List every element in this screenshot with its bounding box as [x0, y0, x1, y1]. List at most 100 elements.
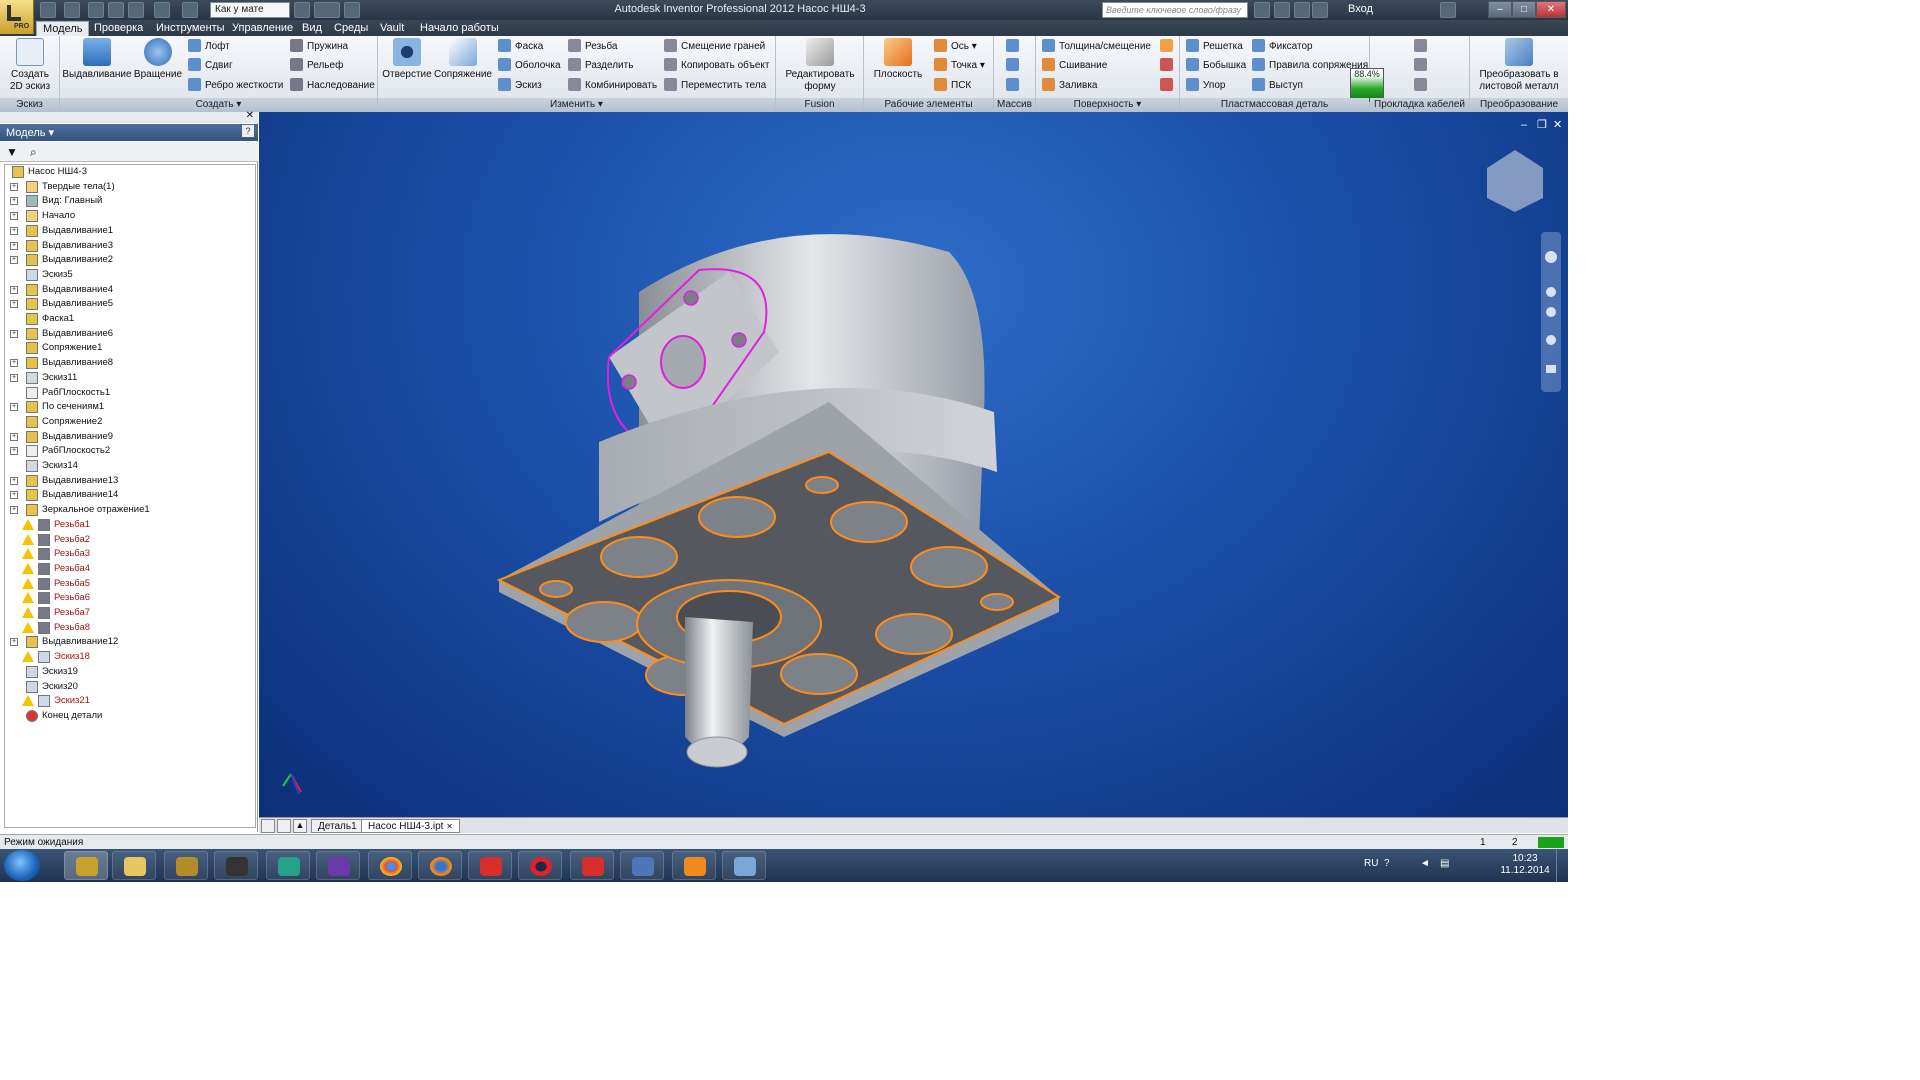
draft-button[interactable]: Эскиз — [498, 78, 542, 94]
expand-icon[interactable]: + — [10, 256, 18, 265]
expand-icon[interactable]: + — [10, 329, 18, 338]
taskbar-inventor[interactable] — [64, 851, 108, 880]
start-button[interactable] — [4, 850, 40, 881]
orbit-icon[interactable] — [1546, 335, 1556, 345]
flange-hole[interactable] — [731, 332, 747, 348]
tab-inspect[interactable]: Проверка — [88, 21, 149, 36]
fillet-button[interactable]: Сопряжение — [434, 38, 492, 81]
emboss-button[interactable]: Рельеф — [290, 58, 343, 74]
taskbar-app14[interactable] — [722, 851, 766, 880]
create-2d-sketch-button[interactable]: Создать 2D эскиз — [4, 38, 56, 93]
taskbar-app6[interactable] — [316, 851, 360, 880]
inlet-port[interactable] — [660, 335, 706, 389]
star-icon[interactable] — [1312, 2, 1328, 18]
taskbar-app4[interactable] — [214, 851, 258, 880]
expand-icon[interactable]: + — [10, 212, 18, 221]
taskbar-explorer[interactable] — [112, 851, 156, 880]
panel-label-surface[interactable]: Поверхность ▾ — [1036, 98, 1179, 112]
save-icon[interactable] — [88, 2, 104, 18]
tab-environments[interactable]: Среды — [328, 21, 374, 36]
expand-icon[interactable]: + — [10, 491, 18, 500]
update-icon[interactable] — [182, 2, 198, 18]
new-icon[interactable] — [40, 2, 56, 18]
tab-manage[interactable]: Управление — [226, 21, 299, 36]
expand-icon[interactable]: + — [10, 638, 18, 647]
browser-help-icon[interactable]: ? — [242, 125, 254, 137]
combine-button[interactable]: Комбинировать — [568, 78, 657, 94]
expand-icon[interactable]: + — [10, 373, 18, 382]
taskbar-app13[interactable] — [672, 851, 716, 880]
look-at-icon[interactable] — [1546, 365, 1556, 373]
coil-button[interactable]: Пружина — [290, 39, 348, 55]
doc-tab-part1[interactable]: Деталь1 — [311, 819, 364, 833]
cable-route-button[interactable] — [1414, 39, 1431, 55]
expand-icon[interactable]: + — [10, 506, 18, 515]
minimize-window-button[interactable]: – — [1488, 1, 1512, 18]
document-list-icon[interactable]: ▲ — [293, 819, 307, 833]
viewcube[interactable] — [1487, 150, 1543, 212]
move-bodies-button[interactable]: Переместить тела — [664, 78, 766, 94]
tools-icon[interactable] — [1274, 2, 1290, 18]
loft-button[interactable]: Лофт — [188, 39, 230, 55]
system-clock[interactable]: 10:23 11.12.2014 — [1498, 853, 1552, 877]
graphics-viewport[interactable]: – ❐ ✕ — [259, 112, 1568, 817]
doc-tab-pump[interactable]: Насос НШ4-3.ipt ✕ — [361, 819, 460, 833]
undo-icon[interactable] — [108, 2, 124, 18]
taskbar-app9[interactable] — [468, 851, 512, 880]
expand-icon[interactable]: + — [10, 359, 18, 368]
expand-icon[interactable]: + — [10, 447, 18, 456]
expand-icon[interactable]: + — [10, 182, 18, 191]
expand-icon[interactable]: + — [10, 241, 18, 250]
taskbar-app3[interactable] — [164, 851, 208, 880]
exchange-icon[interactable] — [1294, 2, 1310, 18]
revolve-button[interactable]: Вращение — [132, 38, 184, 81]
network-icon[interactable]: ▤ — [1440, 858, 1449, 869]
show-desktop-button[interactable] — [1556, 849, 1568, 882]
patch-button[interactable]: Заливка — [1042, 78, 1098, 94]
tab-tools[interactable]: Инструменты — [150, 21, 231, 36]
rest-button[interactable]: Упор — [1186, 78, 1225, 94]
close-window-button[interactable]: ✕ — [1536, 1, 1566, 18]
help-search-input[interactable]: Введите ключевое слово/фразу — [1102, 2, 1248, 18]
thicken-button[interactable]: Толщина/смещение — [1042, 39, 1151, 55]
login-link[interactable]: Вход — [1348, 3, 1373, 15]
point-button[interactable]: Точка ▾ — [934, 58, 985, 74]
redo-icon[interactable] — [128, 2, 144, 18]
taskbar-opera[interactable] — [518, 851, 562, 880]
edit-form-button[interactable]: Редактировать форму — [780, 38, 860, 93]
tile-horizontal-icon[interactable] — [261, 819, 275, 833]
boss-button[interactable]: Бобышка — [1186, 58, 1246, 74]
filter-icon[interactable]: ▼ — [6, 145, 18, 159]
stitch-button[interactable]: Сшивание — [1042, 58, 1107, 74]
expand-icon[interactable]: + — [10, 285, 18, 294]
mirror-button[interactable] — [1006, 78, 1023, 94]
taskbar-firefox[interactable] — [418, 851, 462, 880]
viewport-restore-icon[interactable]: ❐ — [1537, 119, 1547, 131]
drive-shaft[interactable] — [685, 617, 753, 755]
extrude-button[interactable]: Выдавливание — [62, 38, 132, 81]
hole-button[interactable]: Отверстие — [380, 38, 434, 81]
expand-icon[interactable]: + — [10, 226, 18, 235]
sculpt-button[interactable] — [1160, 39, 1177, 55]
application-menu-button[interactable]: PRO — [0, 0, 34, 34]
expand-icon[interactable]: + — [10, 476, 18, 485]
language-indicator[interactable]: RU — [1364, 858, 1378, 869]
tab-get-started[interactable]: Начало работы — [414, 21, 505, 36]
appearance-combo[interactable]: Как у мате — [210, 2, 290, 18]
tile-vertical-icon[interactable] — [277, 819, 291, 833]
delete-face-button[interactable] — [1160, 78, 1177, 94]
expand-icon[interactable]: + — [10, 403, 18, 412]
rect-pattern-button[interactable] — [1006, 39, 1023, 55]
panel-label-create[interactable]: Создать ▾ — [60, 98, 377, 112]
expand-icon[interactable]: + — [10, 197, 18, 206]
volume-icon[interactable]: ◄ — [1420, 858, 1430, 869]
open-icon[interactable] — [64, 2, 80, 18]
zoom-icon[interactable] — [1546, 307, 1556, 317]
doc-tab-close-icon[interactable]: ✕ — [446, 822, 453, 831]
flange-hole[interactable] — [683, 290, 699, 306]
convert-sheetmetal-button[interactable]: Преобразовать в листовой металл — [1472, 38, 1566, 93]
expand-icon[interactable]: + — [10, 432, 18, 441]
steering-wheel-icon[interactable] — [1545, 251, 1557, 263]
split-button[interactable]: Разделить — [568, 58, 633, 74]
axis-button[interactable]: Ось ▾ — [934, 39, 977, 55]
